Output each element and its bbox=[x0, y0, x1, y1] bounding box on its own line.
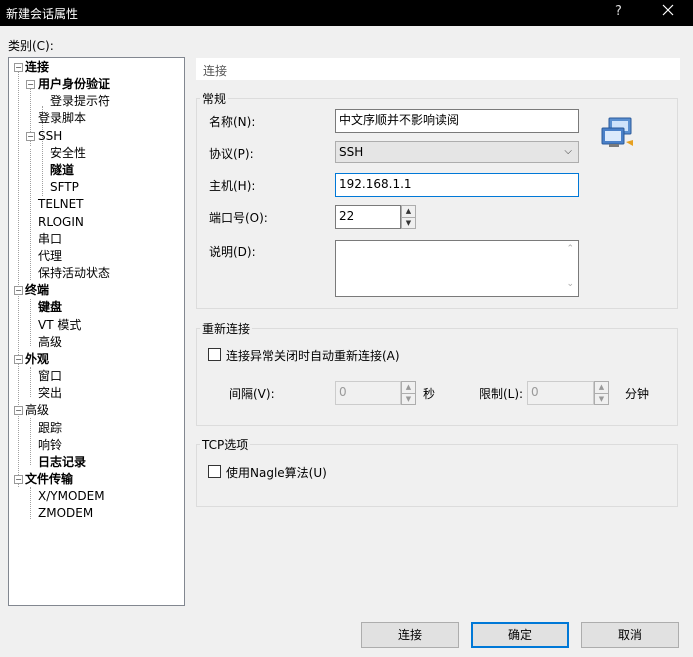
tree-item-window[interactable]: 窗口 bbox=[38, 368, 62, 385]
general-group-title: 常规 bbox=[200, 90, 229, 107]
tree-item-vt-mode[interactable]: VT 模式 bbox=[38, 317, 81, 334]
collapse-icon[interactable]: − bbox=[14, 355, 23, 364]
scroll-up-icon[interactable]: ⌃ bbox=[566, 244, 574, 254]
tree-item-sftp[interactable]: SFTP bbox=[50, 179, 79, 196]
limit-spinner[interactable]: ▲ ▼ bbox=[594, 381, 609, 405]
description-label: 说明(D): bbox=[209, 245, 256, 259]
spin-down-icon[interactable]: ▼ bbox=[595, 394, 608, 405]
window-title: 新建会话属性 bbox=[6, 7, 79, 21]
collapse-icon[interactable]: − bbox=[14, 406, 23, 415]
collapse-icon[interactable]: − bbox=[14, 286, 23, 295]
tree-item-telnet[interactable]: TELNET bbox=[38, 196, 84, 213]
auto-reconnect-checkbox[interactable] bbox=[208, 348, 221, 361]
port-spinner[interactable]: ▲ ▼ bbox=[401, 205, 416, 229]
reconnect-group bbox=[196, 328, 678, 426]
spin-up-icon[interactable]: ▲ bbox=[595, 382, 608, 394]
limit-input[interactable]: 0 bbox=[527, 381, 594, 405]
tree-item-keyboard[interactable]: 键盘 bbox=[38, 299, 62, 316]
auto-reconnect-label: 连接异常关闭时自动重新连接(A) bbox=[226, 349, 400, 363]
tree-item-terminal-advanced[interactable]: 高级 bbox=[38, 334, 62, 351]
scroll-down-icon[interactable]: ⌄ bbox=[566, 279, 574, 289]
limit-unit: 分钟 bbox=[625, 387, 650, 401]
spin-up-icon[interactable]: ▲ bbox=[402, 382, 415, 394]
tree-item-ssh[interactable]: SSH bbox=[38, 128, 62, 145]
name-label: 名称(N): bbox=[209, 115, 256, 129]
protocol-value: SSH bbox=[339, 145, 364, 159]
tree-item-rlogin[interactable]: RLOGIN bbox=[38, 214, 84, 231]
close-icon[interactable] bbox=[662, 4, 674, 19]
limit-label: 限制(L): bbox=[479, 387, 524, 401]
tree-item-file-transfer[interactable]: 文件传输 bbox=[25, 471, 73, 488]
collapse-icon[interactable]: − bbox=[14, 63, 23, 72]
port-input[interactable]: 22 bbox=[335, 205, 401, 229]
description-textarea[interactable]: ⌃ ⌄ bbox=[335, 240, 579, 297]
interval-input[interactable]: 0 bbox=[335, 381, 401, 405]
tree-item-logging[interactable]: 日志记录 bbox=[38, 454, 86, 471]
collapse-icon[interactable]: − bbox=[14, 475, 23, 484]
host-input[interactable]: 192.168.1.1 bbox=[335, 173, 579, 197]
tree-item-appearance[interactable]: 外观 bbox=[25, 351, 49, 368]
collapse-icon[interactable]: − bbox=[26, 132, 35, 141]
host-label: 主机(H): bbox=[209, 179, 256, 193]
tree-item-trace[interactable]: 跟踪 bbox=[38, 420, 62, 437]
interval-spinner[interactable]: ▲ ▼ bbox=[401, 381, 416, 405]
help-button[interactable]: ? bbox=[615, 4, 622, 19]
tree-item-keepalive[interactable]: 保持活动状态 bbox=[38, 265, 110, 282]
title-bar: 新建会话属性 ? bbox=[0, 0, 693, 26]
protocol-select[interactable]: SSH ⌵ bbox=[335, 141, 579, 163]
chevron-down-icon: ⌵ bbox=[564, 146, 572, 157]
name-input[interactable]: 中文序顺并不影响读阅 bbox=[335, 109, 579, 133]
tree-item-highlight[interactable]: 突出 bbox=[38, 385, 62, 402]
reconnect-group-title: 重新连接 bbox=[200, 320, 253, 337]
panel-header-title: 连接 bbox=[203, 64, 228, 78]
tree-item-serial[interactable]: 串口 bbox=[38, 231, 62, 248]
connect-button[interactable]: 连接 bbox=[361, 622, 459, 648]
port-label: 端口号(O): bbox=[209, 211, 268, 225]
spin-up-icon[interactable]: ▲ bbox=[402, 206, 415, 218]
tree-item-terminal[interactable]: 终端 bbox=[25, 282, 49, 299]
panel-header: 连接 bbox=[196, 58, 680, 80]
tree-item-security[interactable]: 安全性 bbox=[50, 145, 86, 162]
interval-unit: 秒 bbox=[423, 387, 436, 401]
tree-item-proxy[interactable]: 代理 bbox=[38, 248, 62, 265]
spin-down-icon[interactable]: ▼ bbox=[402, 394, 415, 405]
category-label: 类别(C): bbox=[8, 39, 54, 53]
tree-item-connection[interactable]: 连接 bbox=[25, 59, 49, 76]
tree-item-bell[interactable]: 响铃 bbox=[38, 437, 62, 454]
tree-item-tunnel[interactable]: 隧道 bbox=[50, 162, 74, 179]
tree-item-auth[interactable]: 用户身份验证 bbox=[38, 76, 110, 93]
collapse-icon[interactable]: − bbox=[26, 80, 35, 89]
tree-item-advanced[interactable]: 高级 bbox=[25, 402, 49, 419]
tree-item-login-script[interactable]: 登录脚本 bbox=[38, 110, 86, 127]
session-icon bbox=[600, 116, 636, 153]
nagle-checkbox[interactable] bbox=[208, 465, 221, 478]
tree-item-xymodem[interactable]: X/YMODEM bbox=[38, 488, 105, 505]
tree-item-zmodem[interactable]: ZMODEM bbox=[38, 505, 93, 522]
cancel-button[interactable]: 取消 bbox=[581, 622, 679, 648]
protocol-label: 协议(P): bbox=[209, 147, 254, 161]
interval-label: 间隔(V): bbox=[229, 387, 275, 401]
spin-down-icon[interactable]: ▼ bbox=[402, 218, 415, 229]
tree-item-login-prompt[interactable]: 登录提示符 bbox=[50, 93, 110, 110]
ok-button[interactable]: 确定 bbox=[471, 622, 569, 648]
tcp-group-title: TCP选项 bbox=[200, 436, 251, 453]
nagle-label: 使用Nagle算法(U) bbox=[226, 466, 327, 480]
category-tree[interactable]: − − − − − − − 连接 用户身份验证 登录提示符 登录脚本 SSH 安… bbox=[8, 57, 185, 606]
